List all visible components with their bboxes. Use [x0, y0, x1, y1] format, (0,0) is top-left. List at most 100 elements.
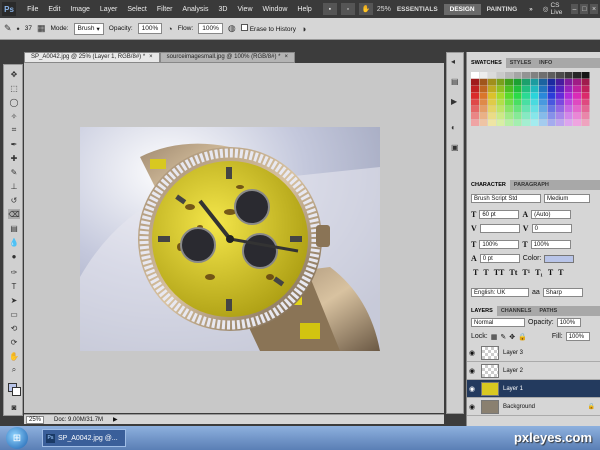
menu-help[interactable]: Help: [292, 6, 316, 13]
swatch-cell[interactable]: [539, 85, 547, 93]
eye-icon[interactable]: ◉: [467, 349, 477, 357]
swatch-cell[interactable]: [496, 99, 505, 106]
language-select[interactable]: English: UK: [471, 288, 529, 297]
minibridge-icon[interactable]: ▫: [340, 3, 355, 15]
font-style-select[interactable]: Medium: [544, 194, 590, 203]
swatch-cell[interactable]: [505, 85, 513, 93]
swatch-cell[interactable]: [539, 99, 547, 106]
brush-panel-icon[interactable]: ▦: [37, 23, 46, 34]
swatch-cell[interactable]: [539, 72, 547, 79]
swatch-cell[interactable]: [573, 78, 581, 86]
swatch-cell[interactable]: [522, 72, 530, 79]
swatch-cell[interactable]: [530, 99, 539, 106]
canvas-area[interactable]: [24, 63, 444, 413]
brush-size-icon[interactable]: •: [17, 24, 20, 34]
swatch-cell[interactable]: [564, 72, 573, 79]
menu-window[interactable]: Window: [258, 6, 293, 13]
pressure-opacity-icon[interactable]: ◔: [167, 24, 172, 34]
lock-pixels-icon[interactable]: ✎: [500, 333, 506, 341]
swatch-cell[interactable]: [471, 112, 479, 120]
swatch-cell[interactable]: [496, 106, 505, 113]
minimize-icon[interactable]: –: [570, 4, 579, 14]
swatch-cell[interactable]: [522, 85, 530, 93]
faux-italic-icon[interactable]: T: [483, 268, 488, 277]
swatch-cell[interactable]: [581, 99, 590, 106]
swatch-cell[interactable]: [471, 72, 479, 79]
swatch-cell[interactable]: [564, 119, 573, 127]
layer-row-background[interactable]: ◉ Background 🔒: [467, 398, 600, 416]
pressure-size-icon[interactable]: ◑: [301, 24, 306, 34]
swatch-cell[interactable]: [547, 78, 556, 86]
tab-close-icon[interactable]: ×: [284, 54, 288, 60]
swatch-cell[interactable]: [505, 99, 513, 106]
menu-filter[interactable]: Filter: [152, 6, 178, 13]
swatch-cell[interactable]: [573, 85, 581, 93]
lasso-tool-icon[interactable]: ◯: [8, 97, 20, 107]
font-family-select[interactable]: Brush Script Std: [471, 194, 541, 203]
swatch-cell[interactable]: [471, 85, 479, 93]
mode-select[interactable]: Brush ▾: [73, 22, 104, 35]
swatch-cell[interactable]: [522, 106, 530, 113]
tab-channels[interactable]: CHANNELS: [497, 306, 536, 316]
swatch-cell[interactable]: [496, 119, 505, 127]
menu-file[interactable]: File: [22, 6, 43, 13]
document-image[interactable]: [80, 127, 380, 351]
swatch-cell[interactable]: [581, 78, 590, 86]
zoom-tool-icon[interactable]: ⌕: [8, 365, 20, 375]
vertical-scale-input[interactable]: 100%: [479, 240, 520, 249]
tab-sourceimagesmall[interactable]: sourceimagesmall.jpg @ 100% (RGB/8#) * ×: [159, 52, 295, 63]
menu-analysis[interactable]: Analysis: [177, 6, 213, 13]
layer-opacity-input[interactable]: 100%: [556, 318, 581, 327]
swatch-cell[interactable]: [513, 112, 522, 120]
small-caps-icon[interactable]: Tt: [509, 268, 517, 277]
baseline-input[interactable]: 0 pt: [479, 254, 520, 263]
swatch-cell[interactable]: [530, 72, 539, 79]
swatch-cell[interactable]: [496, 112, 505, 120]
swatch-cell[interactable]: [573, 106, 581, 113]
tab-sp-a0042[interactable]: SP_A0042.jpg @ 25% (Layer 1, RGB/8#) * ×: [24, 52, 160, 63]
swatch-cell[interactable]: [539, 106, 547, 113]
cs-live[interactable]: ◎ CS Live: [543, 2, 567, 16]
fill-input[interactable]: 100%: [565, 332, 590, 341]
swatch-cell[interactable]: [547, 85, 556, 93]
swatch-cell[interactable]: [573, 92, 581, 99]
swatch-cell[interactable]: [488, 72, 496, 79]
masks-panel-icon[interactable]: ▣: [451, 143, 459, 152]
swatch-cell[interactable]: [488, 99, 496, 106]
swatch-cell[interactable]: [539, 112, 547, 120]
workspace-essentials[interactable]: ESSENTIALS: [391, 4, 444, 15]
swatch-cell[interactable]: [547, 72, 556, 79]
hand-tool-icon[interactable]: ✋: [8, 351, 20, 361]
swatch-cell[interactable]: [581, 85, 590, 93]
swatch-cell[interactable]: [488, 78, 496, 86]
swatch-cell[interactable]: [522, 92, 530, 99]
subscript-icon[interactable]: T₁: [535, 268, 543, 277]
swatch-cell[interactable]: [513, 85, 522, 93]
tab-swatches[interactable]: SWATCHES: [467, 58, 506, 68]
swatch-cell[interactable]: [556, 99, 564, 106]
swatch-cell[interactable]: [513, 92, 522, 99]
swatch-cell[interactable]: [530, 78, 539, 86]
swatch-cell[interactable]: [556, 72, 564, 79]
menu-view[interactable]: View: [232, 6, 257, 13]
kerning-input[interactable]: [479, 224, 520, 233]
swatch-cell[interactable]: [556, 112, 564, 120]
swatch-cell[interactable]: [479, 119, 488, 127]
swatch-cell[interactable]: [488, 92, 496, 99]
swatch-cell[interactable]: [496, 85, 505, 93]
swatch-cell[interactable]: [556, 78, 564, 86]
zoom-level[interactable]: 25%: [377, 6, 391, 13]
swatch-cell[interactable]: [488, 85, 496, 93]
3d-orbit-tool-icon[interactable]: ⟳: [8, 337, 20, 347]
blend-mode-select[interactable]: Normal: [471, 318, 525, 327]
pen-tool-icon[interactable]: ✑: [8, 267, 20, 277]
collapse-icon[interactable]: ◂: [451, 57, 455, 66]
swatch-cell[interactable]: [471, 92, 479, 99]
antialias-select[interactable]: Sharp: [542, 288, 583, 297]
lock-transparency-icon[interactable]: ▦: [491, 333, 498, 341]
text-color-swatch[interactable]: [544, 254, 575, 263]
quick-select-tool-icon[interactable]: ✧: [8, 111, 20, 121]
swatch-cell[interactable]: [530, 119, 539, 127]
swatch-cell[interactable]: [505, 92, 513, 99]
swatch-cell[interactable]: [496, 72, 505, 79]
